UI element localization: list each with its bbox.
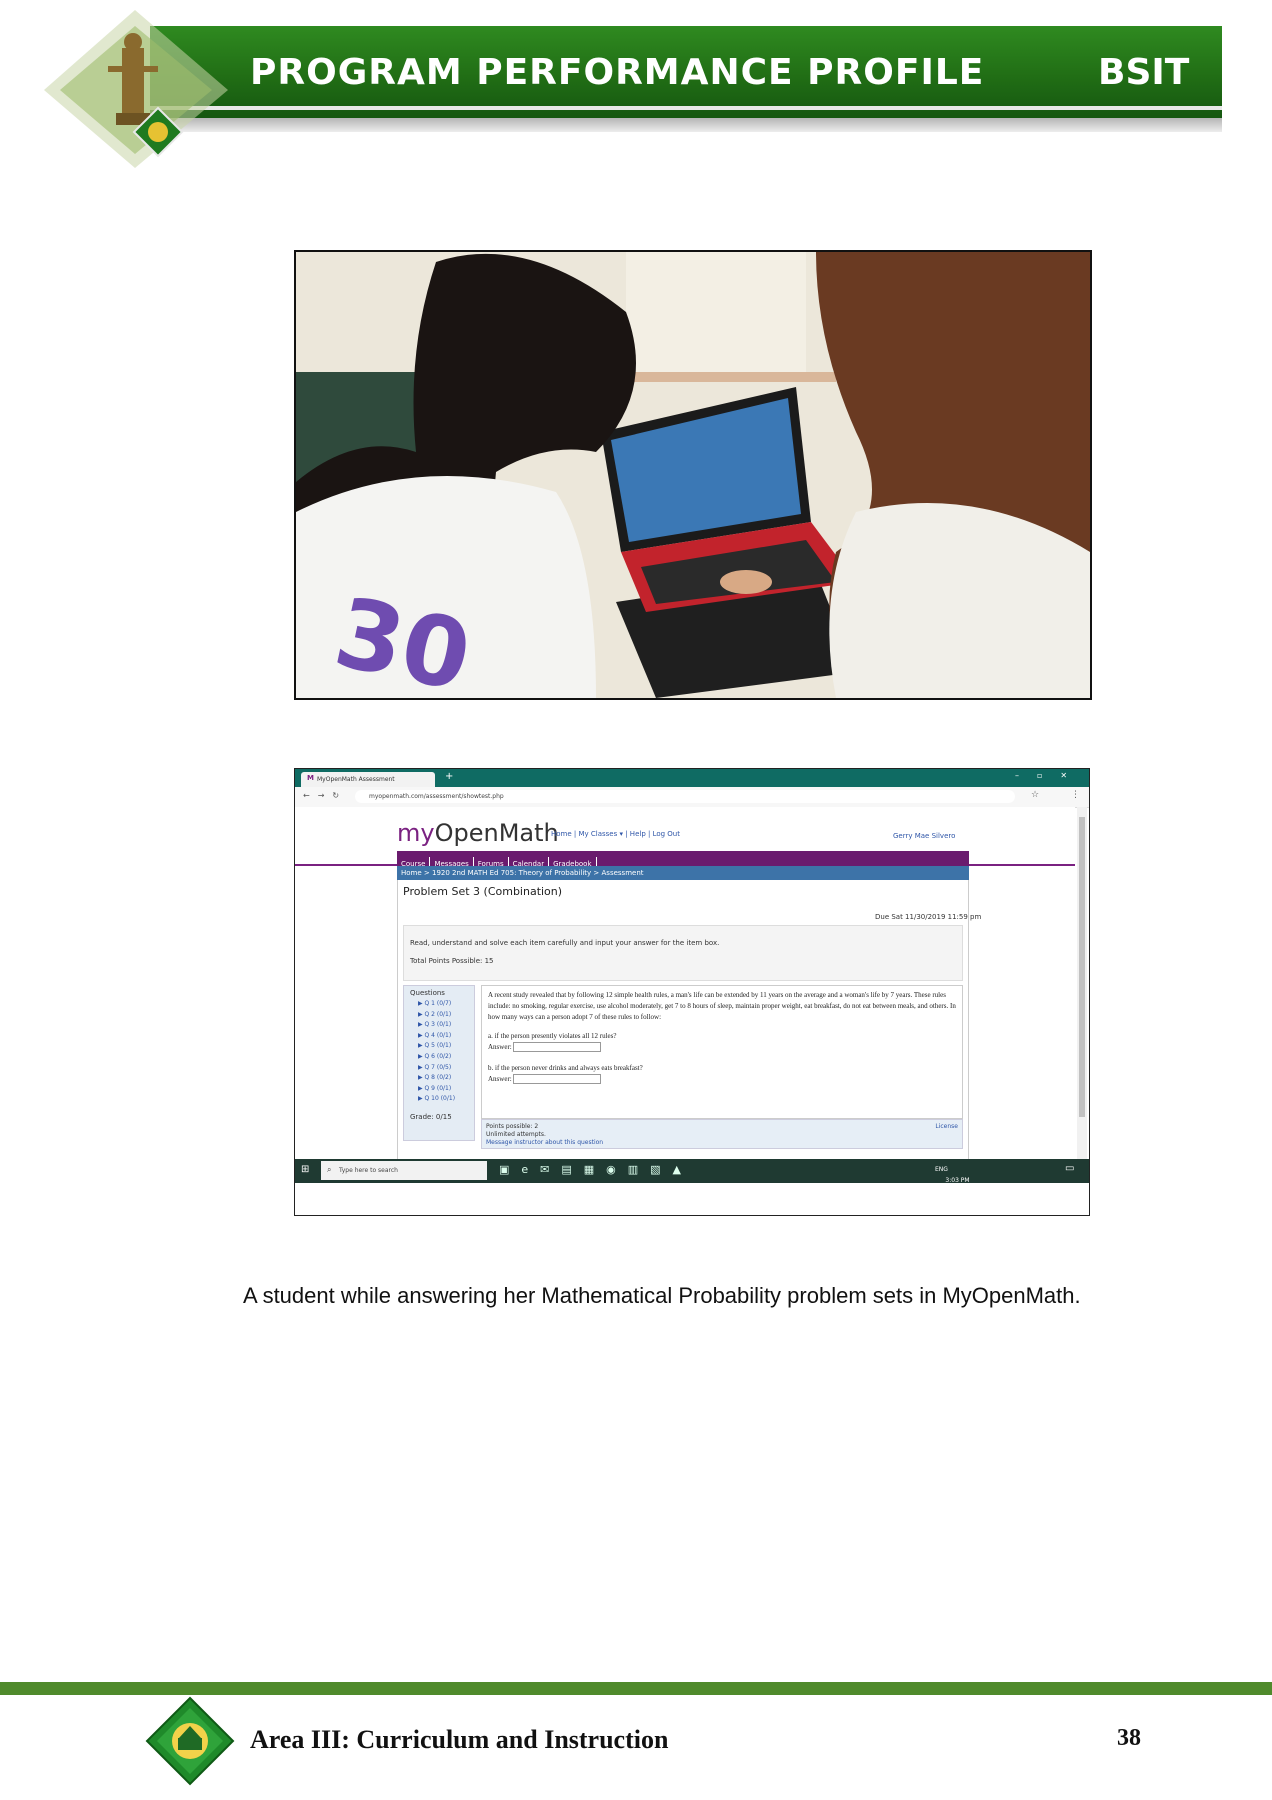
answer-a-input[interactable]	[513, 1042, 602, 1053]
attempts: Unlimited attempts.	[486, 1131, 546, 1138]
answer-label: Answer:	[488, 1043, 512, 1051]
instructions-text: Read, understand and solve each item car…	[410, 939, 720, 947]
message-instructor-link[interactable]: Message instructor about this question	[486, 1139, 958, 1147]
taskbar-app-icons[interactable]: ▣e✉▤▦◉▥▧▲	[499, 1163, 693, 1176]
question-link[interactable]: ▶ Q 6 (0/2)	[418, 1052, 468, 1063]
footer-area-title: Area III: Curriculum and Instruction	[250, 1725, 669, 1754]
header-divider	[150, 106, 1222, 110]
course-navbar: Course Messages Forums Calendar Gradebook	[397, 851, 969, 872]
nav-arrows-icon[interactable]: ←→↻	[303, 791, 347, 800]
students-photo-drawing: 30	[296, 252, 1090, 698]
new-tab-icon[interactable]: +	[445, 771, 453, 782]
answer-b-input[interactable]	[513, 1074, 602, 1085]
photo-caption: A student while answering her Mathematic…	[243, 1283, 1081, 1308]
question-link[interactable]: ▶ Q 8 (0/2)	[418, 1073, 468, 1084]
taskbar-search[interactable]: Type here to search	[321, 1161, 487, 1180]
url-field[interactable]: myopenmath.com/assessment/showtest.php	[355, 790, 1015, 803]
due-date: Due Sat 11/30/2019 11:59 pm	[875, 913, 982, 921]
question-footer: License Points possible: 2 Unlimited att…	[481, 1119, 963, 1149]
system-tray: ENG 3:03 PM 10/10/2019	[935, 1163, 970, 1191]
notification-icon[interactable]: ▭	[1065, 1163, 1074, 1174]
footer-bar	[0, 1682, 1272, 1695]
license-link[interactable]: License	[935, 1123, 958, 1131]
page-number: 38	[1117, 1725, 1141, 1751]
logo-openmath-text: OpenMath	[434, 819, 559, 847]
question-link[interactable]: ▶ Q 1 (0/7)	[418, 999, 468, 1010]
part-a: a. if the person presently violates all …	[488, 1032, 617, 1040]
windows-taskbar: ⊞ Type here to search ⌕ ▣e✉▤▦◉▥▧▲ ENG 3:…	[295, 1159, 1089, 1191]
question-link[interactable]: ▶ Q 2 (0/1)	[418, 1010, 468, 1021]
logo-my-text: my	[397, 819, 435, 847]
question-link[interactable]: ▶ Q 10 (0/1)	[418, 1094, 468, 1105]
bookmark-star-icon[interactable]: ☆	[1031, 790, 1039, 800]
problem-set-title: Problem Set 3 (Combination)	[403, 885, 563, 898]
breadcrumb[interactable]: Home > 1920 2nd MATH Ed 705: Theory of P…	[397, 866, 969, 880]
question-link[interactable]: ▶ Q 5 (0/1)	[418, 1041, 468, 1052]
user-name[interactable]: Gerry Mae Silvero	[893, 832, 955, 840]
browser-tab[interactable]: MyOpenMath Assessment	[301, 772, 435, 787]
questions-panel: Questions ▶ Q 1 (0/7) ▶ Q 2 (0/1) ▶ Q 3 …	[403, 985, 475, 1141]
answer-label: Answer:	[488, 1075, 512, 1083]
myopenmath-favicon-icon: M	[307, 774, 314, 782]
windows-start-icon[interactable]: ⊞	[301, 1163, 315, 1177]
question-link[interactable]: ▶ Q 9 (0/1)	[418, 1084, 468, 1095]
header-monument-logo	[44, 10, 228, 168]
total-points: Total Points Possible: 15	[410, 957, 494, 965]
top-links[interactable]: Home | My Classes ▾ | Help | Log Out	[551, 830, 680, 838]
header-program: BSIT	[1098, 52, 1190, 93]
grade: Grade: 0/15	[410, 1112, 452, 1121]
part-b: b. if the person never drinks and always…	[488, 1064, 643, 1072]
instructions-box: Read, understand and solve each item car…	[403, 925, 963, 981]
myopenmath-screenshot: MyOpenMath Assessment M + –▫✕ ←→↻ myopen…	[294, 768, 1090, 1216]
browser-tab-bar: MyOpenMath Assessment M + –▫✕	[295, 769, 1089, 787]
window-controls-icon[interactable]: –▫✕	[1015, 771, 1085, 780]
search-icon: ⌕	[327, 1165, 332, 1174]
header-title: PROGRAM PERFORMANCE PROFILE	[250, 52, 985, 93]
question-link[interactable]: ▶ Q 4 (0/1)	[418, 1031, 468, 1042]
scrollbar-thumb[interactable]	[1079, 817, 1085, 1117]
myopenmath-logo[interactable]: myOpenMath	[397, 819, 559, 847]
browser-address-bar: ←→↻ myopenmath.com/assessment/showtest.p…	[295, 787, 1089, 808]
menu-kebab-icon[interactable]: ⋮	[1071, 790, 1080, 800]
questions-heading: Questions	[410, 989, 445, 997]
question-link[interactable]: ▶ Q 7 (0/5)	[418, 1063, 468, 1074]
header-shadow	[150, 118, 1222, 132]
university-seal-logo	[145, 1696, 235, 1786]
tray-lang[interactable]: ENG	[935, 1163, 948, 1177]
question-link[interactable]: ▶ Q 3 (0/1)	[418, 1020, 468, 1031]
tray-date: 10/10/2019	[935, 1184, 970, 1191]
points-possible: Points possible: 2	[486, 1123, 539, 1130]
students-photo: 30	[294, 250, 1092, 700]
question-body: A recent study revealed that by followin…	[481, 985, 963, 1119]
question-text: A recent study revealed that by followin…	[488, 991, 956, 1021]
